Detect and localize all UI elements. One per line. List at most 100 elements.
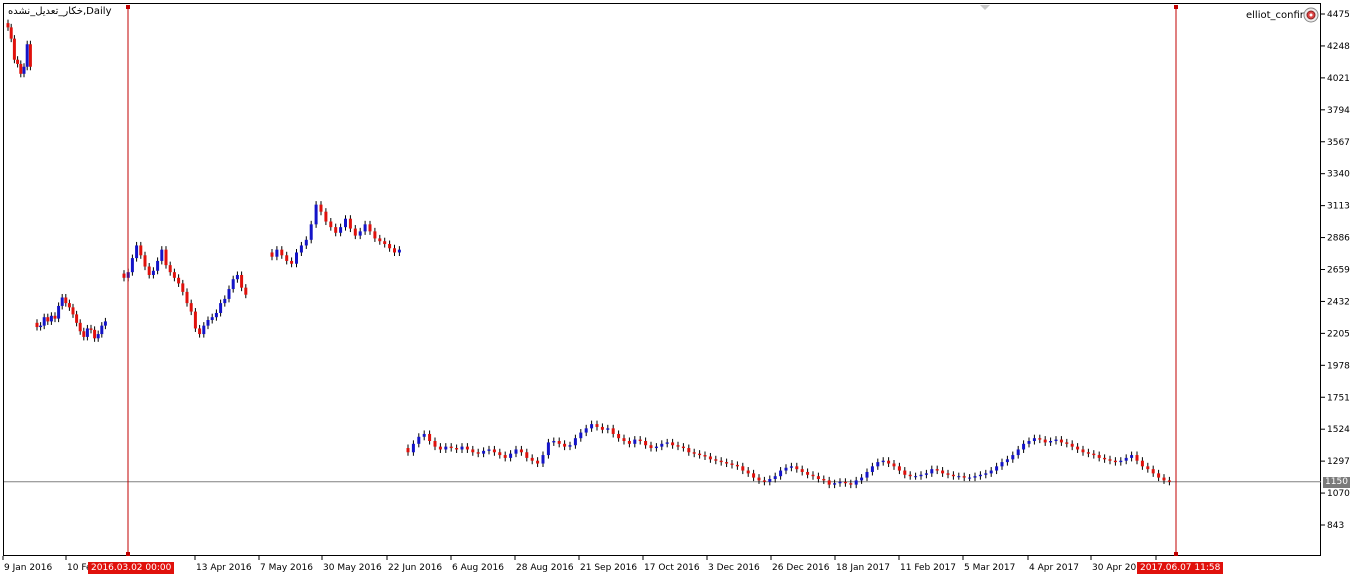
bull-candle <box>295 252 298 264</box>
bull-candle <box>1124 457 1128 461</box>
bear-candle <box>897 466 901 471</box>
bear-candle <box>455 448 459 450</box>
bear-candle <box>519 449 523 453</box>
bull-candle <box>789 466 793 468</box>
time-tick-label: 13 Apr 2016 <box>196 563 252 573</box>
bull-candle <box>870 466 874 472</box>
right-vline-date-tag: 2017.06.07 11:58 <box>1137 562 1224 574</box>
bear-candle <box>164 249 168 266</box>
bull-candle <box>49 315 53 322</box>
indicator-settings-icon[interactable] <box>1303 7 1319 23</box>
bear-candle <box>93 329 97 339</box>
price-tick-label: 1524 <box>1327 425 1350 435</box>
bear-candle <box>139 245 143 256</box>
bear-candle <box>1108 459 1112 461</box>
price-tick-label: 1978 <box>1327 361 1350 371</box>
bull-candle <box>876 462 880 467</box>
price-tick-label: 1070 <box>1327 489 1350 499</box>
bull-candle <box>210 317 214 321</box>
vline-handle <box>126 552 130 556</box>
bear-candle <box>449 446 453 449</box>
bear-candle <box>617 433 621 439</box>
time-tick-label: 18 Jan 2017 <box>836 563 890 573</box>
price-tick-label: 4475 <box>1327 10 1350 20</box>
bear-candle <box>1097 455 1101 458</box>
bull-candle <box>968 477 972 479</box>
bull-candle <box>214 312 218 318</box>
bear-candle <box>687 448 691 453</box>
bull-candle <box>160 249 164 261</box>
bear-candle <box>406 448 410 453</box>
bear-candle <box>290 260 294 264</box>
bull-candle <box>919 474 923 477</box>
candlestick-chart[interactable]: 4475 4248 4021 3794 3567 3340 3113 2886 2659 2432… <box>0 0 1366 580</box>
bull-candle <box>135 245 139 259</box>
bear-candle <box>671 442 675 446</box>
bull-candle <box>924 473 928 475</box>
bear-candle <box>795 466 799 470</box>
bear-candle <box>849 483 853 485</box>
bull-candle <box>541 455 545 464</box>
bear-candle <box>1162 477 1166 481</box>
bull-candle <box>1000 462 1004 467</box>
bear-candle <box>9 27 13 39</box>
time-tick-label: 28 Aug 2016 <box>516 563 574 573</box>
bear-candle <box>557 441 561 444</box>
bear-candle <box>703 455 707 457</box>
bull-candle <box>219 303 223 313</box>
bear-candle <box>1135 455 1139 461</box>
bear-candle <box>12 38 16 60</box>
bear-candle <box>627 441 631 444</box>
bear-candle <box>28 44 32 67</box>
bull-candle <box>995 466 999 471</box>
bear-candle <box>816 476 820 479</box>
bear-candle <box>244 287 248 295</box>
bear-candle <box>719 460 723 463</box>
bear-candle <box>75 314 79 323</box>
bear-candle <box>941 470 945 474</box>
bull-candle <box>768 478 772 482</box>
bear-candle <box>638 439 642 442</box>
bear-candle <box>433 441 437 447</box>
price-tick-label: 4248 <box>1327 42 1350 52</box>
bull-candle <box>309 224 313 240</box>
bull-candle <box>973 476 977 478</box>
left-vline-date-tag: 2016.03.02 00:00 <box>88 562 175 574</box>
bull-candle <box>568 445 572 447</box>
bear-candle <box>908 474 912 477</box>
chart-window[interactable]: 4475 4248 4021 3794 3567 3340 3113 2886 2659 2432… <box>0 0 1366 580</box>
bull-candle <box>344 218 347 228</box>
bear-candle <box>530 457 534 461</box>
bear-candle <box>438 446 442 450</box>
bear-candle <box>16 59 20 64</box>
bear-candle <box>887 460 891 464</box>
bull-candle <box>411 443 415 453</box>
bear-candle <box>53 315 57 319</box>
bear-candle <box>811 474 815 477</box>
bear-candle <box>89 328 93 330</box>
bull-candle <box>584 428 588 433</box>
bear-candle <box>329 221 333 228</box>
bear-candle <box>143 255 147 267</box>
bull-candle <box>417 436 421 444</box>
bull-candle <box>60 297 64 306</box>
bear-candle <box>172 272 176 278</box>
bear-candle <box>725 462 729 464</box>
bull-candle <box>206 320 210 326</box>
bear-candle <box>692 452 696 454</box>
bull-candle <box>989 470 993 474</box>
bear-candle <box>168 265 172 273</box>
bear-candle <box>806 471 810 475</box>
bear-candle <box>1086 452 1090 454</box>
bull-candle <box>1011 455 1015 460</box>
bear-candle <box>1065 442 1069 444</box>
bear-candle <box>536 460 540 464</box>
vline-handle <box>1174 552 1178 556</box>
bear-candle <box>428 433 432 442</box>
bear-candle <box>19 63 23 74</box>
bull-candle <box>57 305 61 319</box>
bear-candle <box>746 470 750 474</box>
time-tick-label: 3 Dec 2016 <box>708 563 760 573</box>
bear-candle <box>1146 466 1150 470</box>
bull-candle <box>1022 443 1026 450</box>
